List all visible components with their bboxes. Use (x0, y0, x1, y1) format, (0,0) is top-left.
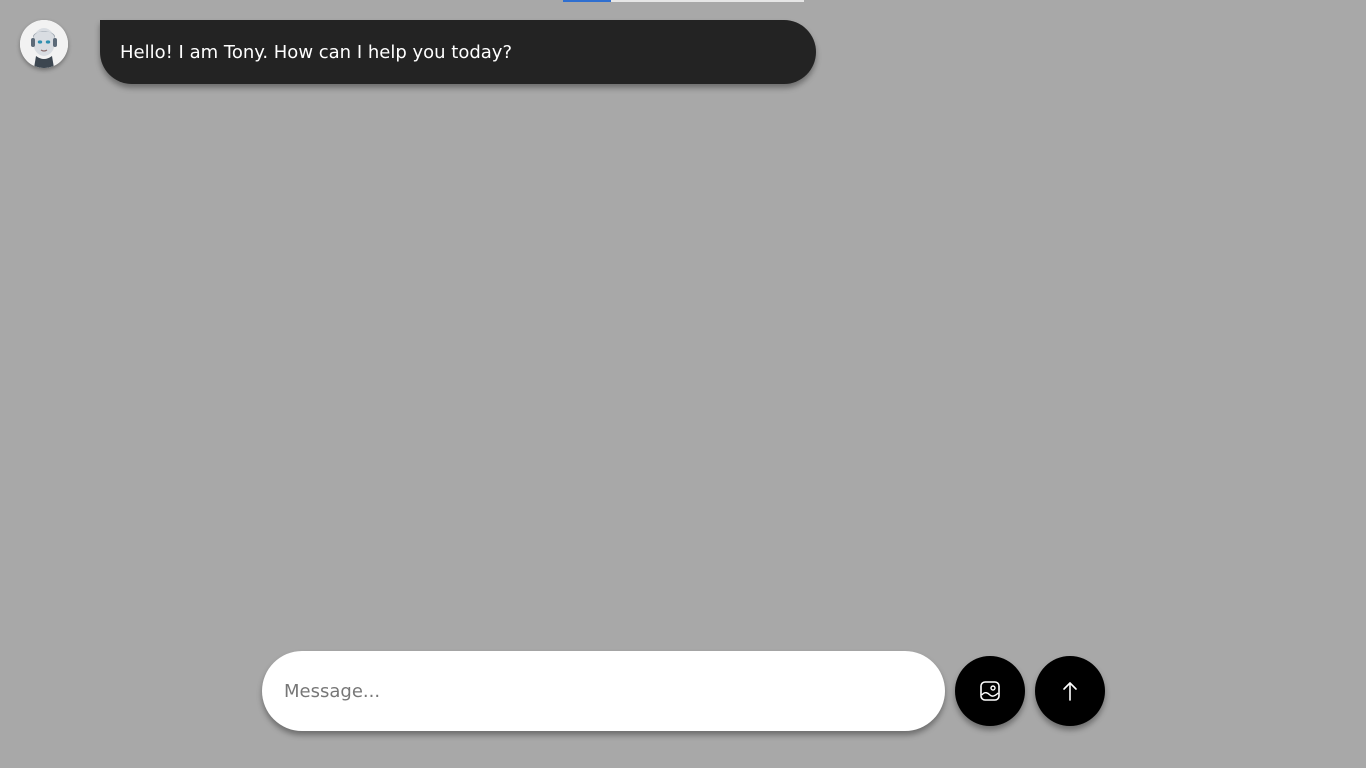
top-progress-fill (563, 0, 612, 2)
top-progress-bar (563, 0, 804, 2)
message-input[interactable] (282, 679, 925, 703)
image-upload-button[interactable] (955, 656, 1025, 726)
assistant-message-bubble: Hello! I am Tony. How can I help you tod… (100, 20, 816, 84)
robot-avatar-icon (20, 20, 68, 68)
image-upload-icon (980, 681, 1000, 701)
send-button[interactable] (1035, 656, 1105, 726)
message-input-container (262, 651, 945, 731)
assistant-message-text: Hello! I am Tony. How can I help you tod… (120, 41, 513, 63)
assistant-avatar (20, 20, 68, 68)
arrow-up-icon (1063, 682, 1077, 701)
